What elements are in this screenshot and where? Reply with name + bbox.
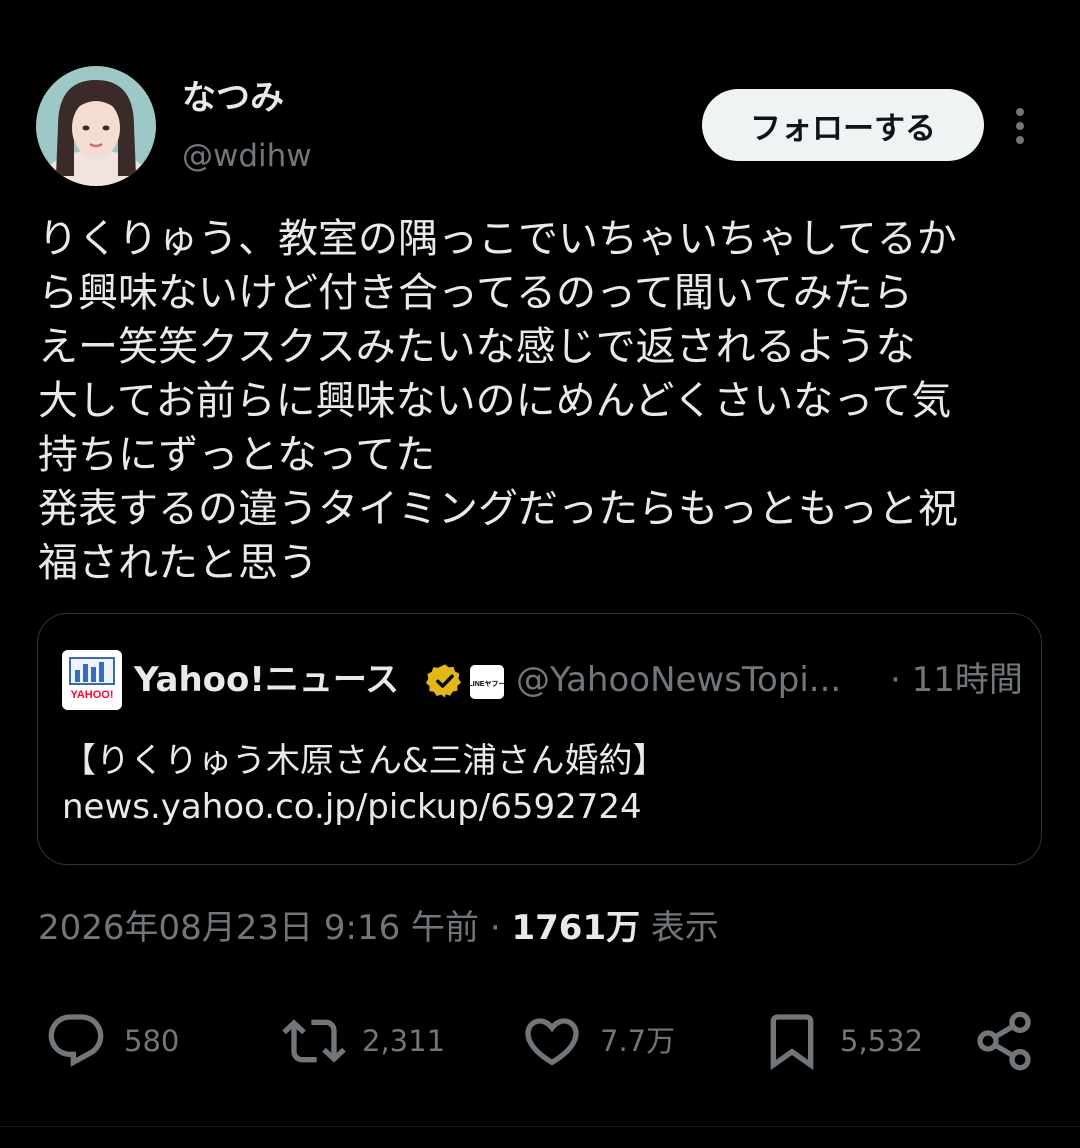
divider <box>0 1126 1080 1127</box>
quoted-author-name[interactable]: Yahoo!ニュース <box>134 658 399 702</box>
views-label: 表示 <box>640 908 719 948</box>
share-icon <box>977 1011 1031 1071</box>
avatar[interactable] <box>36 66 156 186</box>
quoted-tweet-card[interactable]: YAHOO! Yahoo!ニュース LINEヤフー @YahooNewsTopi… <box>37 613 1042 865</box>
share-button[interactable] <box>972 1008 1036 1074</box>
bookmark-button[interactable]: 5,532 <box>760 1008 923 1074</box>
reply-count: 580 <box>124 1024 180 1058</box>
like-count: 7.7万 <box>600 1024 676 1058</box>
like-button[interactable]: 7.7万 <box>520 1008 675 1074</box>
tweet-meta: 2026年08月23日 9:16 午前 · 1761万 表示 <box>38 905 719 951</box>
reply-button[interactable]: 580 <box>44 1008 179 1074</box>
tweet-text: りくりゅう、教室の隅っこでいちゃいちゃしてるか ら興味ないけど付き合ってるのって… <box>38 216 958 586</box>
svg-text:LINEヤフー: LINEヤフー <box>470 680 504 688</box>
reply-icon <box>48 1014 104 1067</box>
more-options-icon[interactable] <box>1002 104 1038 148</box>
follow-button[interactable]: フォローする <box>702 89 984 161</box>
views-count: 1761万 <box>511 908 641 948</box>
tweet-detail: なつみ @wdihw フォローする りくりゅう、教室の隅っこでいちゃいちゃしてる… <box>0 0 1080 1148</box>
quoted-tweet-text: 【りくりゅう木原さん&三浦さん婚約】 news.yahoo.co.jp/pick… <box>62 741 667 827</box>
verified-badge-icon <box>425 662 464 700</box>
retweet-icon <box>282 1019 346 1063</box>
heart-icon <box>525 1018 579 1066</box>
meta-separator: · <box>479 908 512 948</box>
svg-text:YAHOO!: YAHOO! <box>71 689 114 701</box>
quoted-timestamp[interactable]: · 11時間 <box>890 658 1023 702</box>
bookmark-icon <box>770 1014 814 1071</box>
retweet-button[interactable]: 2,311 <box>282 1008 445 1074</box>
bookmark-count: 5,532 <box>840 1024 924 1058</box>
line-yahoo-affiliate-icon: LINEヤフー <box>469 665 505 699</box>
handle[interactable]: @wdihw <box>182 134 312 178</box>
yahoo-news-logo: YAHOO! <box>62 650 122 710</box>
quoted-author-handle[interactable]: @YahooNewsTopi... <box>516 658 841 702</box>
tweet-datetime[interactable]: 2026年08月23日 9:16 午前 <box>38 908 479 948</box>
retweet-count: 2,311 <box>362 1024 446 1058</box>
display-name[interactable]: なつみ <box>182 76 284 120</box>
